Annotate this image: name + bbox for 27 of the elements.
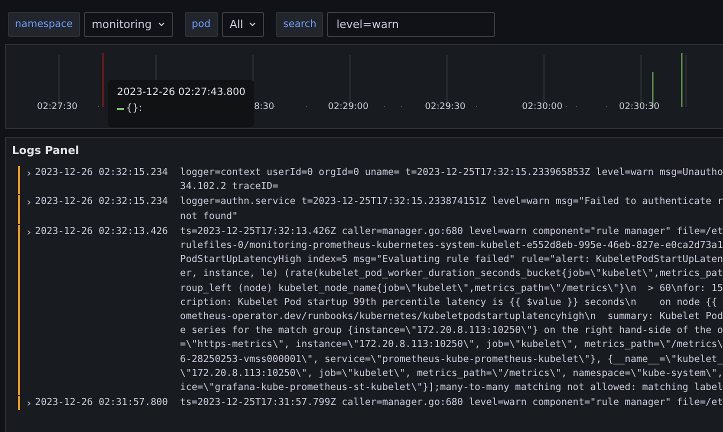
chevron-icon[interactable] xyxy=(27,199,32,206)
caret-icon xyxy=(249,22,256,27)
time-axis-label: 02:30:30 xyxy=(619,102,660,112)
filter-label: search xyxy=(276,12,324,37)
dropdown[interactable]: monitoring xyxy=(84,12,173,37)
time-axis-label: 02:27:30 xyxy=(37,102,78,112)
search-field[interactable]: level=warn xyxy=(327,12,496,37)
filter-label: pod xyxy=(184,12,218,37)
time-axis-label: 02:29:00 xyxy=(328,102,368,112)
time-axis-label: 8:30 xyxy=(254,102,274,112)
chevron-icon[interactable] xyxy=(27,228,32,236)
tooltip-time: 2023-12-26 02:27:43.800 xyxy=(117,87,245,98)
log-timestamp: 2023-12-26 02:32:15.234 xyxy=(35,195,169,210)
log-message: ts=2023-12-25T17:31:57.799Z caller=manager.go:680 level=warn component="rule manager" file=/et xyxy=(180,396,723,410)
chevron-icon[interactable] xyxy=(27,170,32,177)
filter-label: namespace xyxy=(8,12,80,37)
series-label: {}: xyxy=(126,103,142,114)
log-message: logger=authn.service t=2023-12-25T17:32:15.233874151Z level=warn msg="Failed to authenticate r not found" xyxy=(180,195,723,224)
panel-title: Logs Panel xyxy=(11,143,80,157)
log-timestamp: 2023-12-26 02:31:57.800 xyxy=(35,396,169,410)
log-timestamp: 2023-12-26 02:32:15.234 xyxy=(35,166,169,180)
chevron-icon[interactable] xyxy=(27,400,32,408)
time-axis-label: 02:29:30 xyxy=(425,102,466,112)
time-axis-label: 02:30:00 xyxy=(522,102,562,112)
caret-icon xyxy=(158,22,165,27)
dropdown[interactable]: All xyxy=(222,12,264,37)
log-timestamp: 2023-12-26 02:32:13.426 xyxy=(35,224,169,239)
